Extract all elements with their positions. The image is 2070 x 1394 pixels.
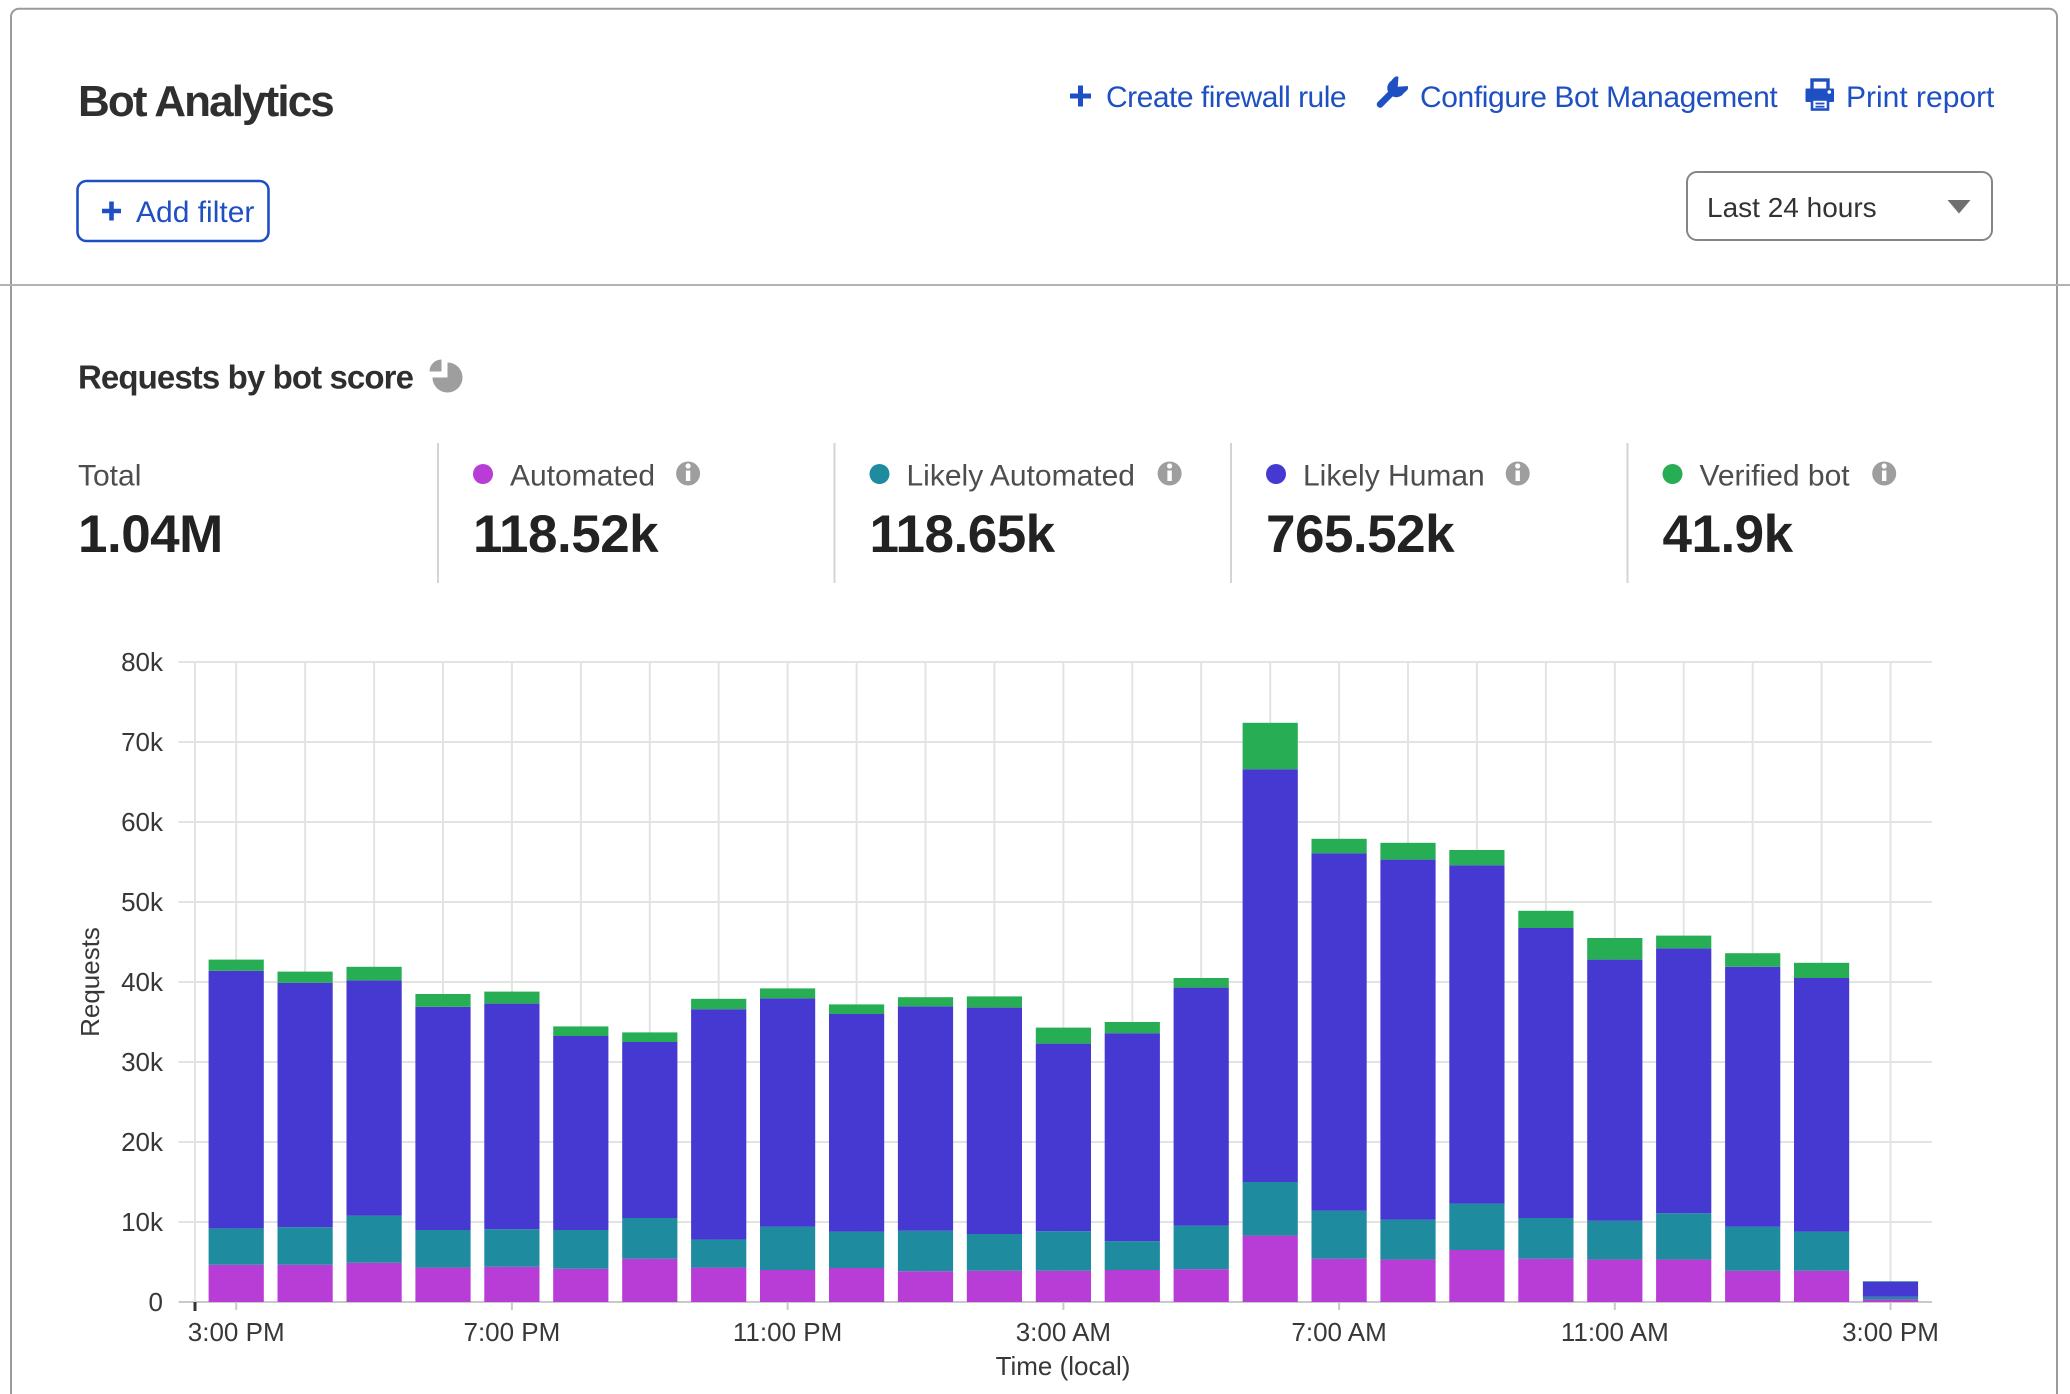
svg-text:Requests: Requests — [75, 927, 105, 1037]
svg-text:1.04M: 1.04M — [78, 505, 223, 564]
svg-text:3:00 PM: 3:00 PM — [188, 1317, 285, 1347]
svg-text:Add filter: Add filter — [136, 196, 254, 229]
svg-text:Requests by bot score: Requests by bot score — [78, 359, 414, 396]
svg-text:7:00 AM: 7:00 AM — [1291, 1317, 1386, 1347]
svg-text:3:00 PM: 3:00 PM — [1842, 1317, 1939, 1347]
svg-text:60k: 60k — [121, 807, 164, 837]
svg-text:41.9k: 41.9k — [1663, 505, 1794, 564]
svg-text:Automated: Automated — [510, 460, 655, 493]
svg-text:70k: 70k — [121, 727, 164, 757]
svg-text:118.52k: 118.52k — [473, 505, 659, 564]
svg-text:50k: 50k — [121, 887, 164, 917]
svg-text:Configure Bot Management: Configure Bot Management — [1420, 81, 1778, 114]
svg-text:Likely Human: Likely Human — [1303, 460, 1485, 493]
svg-text:Verified bot: Verified bot — [1700, 460, 1851, 493]
svg-text:30k: 30k — [121, 1047, 164, 1077]
svg-text:3:00 AM: 3:00 AM — [1016, 1317, 1111, 1347]
svg-text:Create firewall rule: Create firewall rule — [1106, 81, 1346, 114]
svg-text:Total: Total — [78, 460, 141, 493]
svg-text:7:00 PM: 7:00 PM — [463, 1317, 560, 1347]
svg-text:20k: 20k — [121, 1127, 164, 1157]
svg-text:Print report: Print report — [1846, 81, 1995, 114]
svg-text:10k: 10k — [121, 1207, 164, 1237]
svg-text:765.52k: 765.52k — [1266, 505, 1455, 564]
svg-text:0: 0 — [149, 1287, 163, 1317]
svg-text:Likely Automated: Likely Automated — [907, 460, 1135, 493]
svg-text:11:00 PM: 11:00 PM — [733, 1317, 842, 1347]
svg-text:11:00 AM: 11:00 AM — [1561, 1317, 1669, 1347]
svg-text:40k: 40k — [121, 967, 164, 997]
svg-text:Time (local): Time (local) — [996, 1351, 1131, 1381]
svg-text:Bot Analytics: Bot Analytics — [78, 77, 333, 126]
svg-text:118.65k: 118.65k — [870, 505, 1056, 564]
svg-text:Last 24 hours: Last 24 hours — [1707, 192, 1877, 223]
svg-text:80k: 80k — [121, 647, 164, 677]
